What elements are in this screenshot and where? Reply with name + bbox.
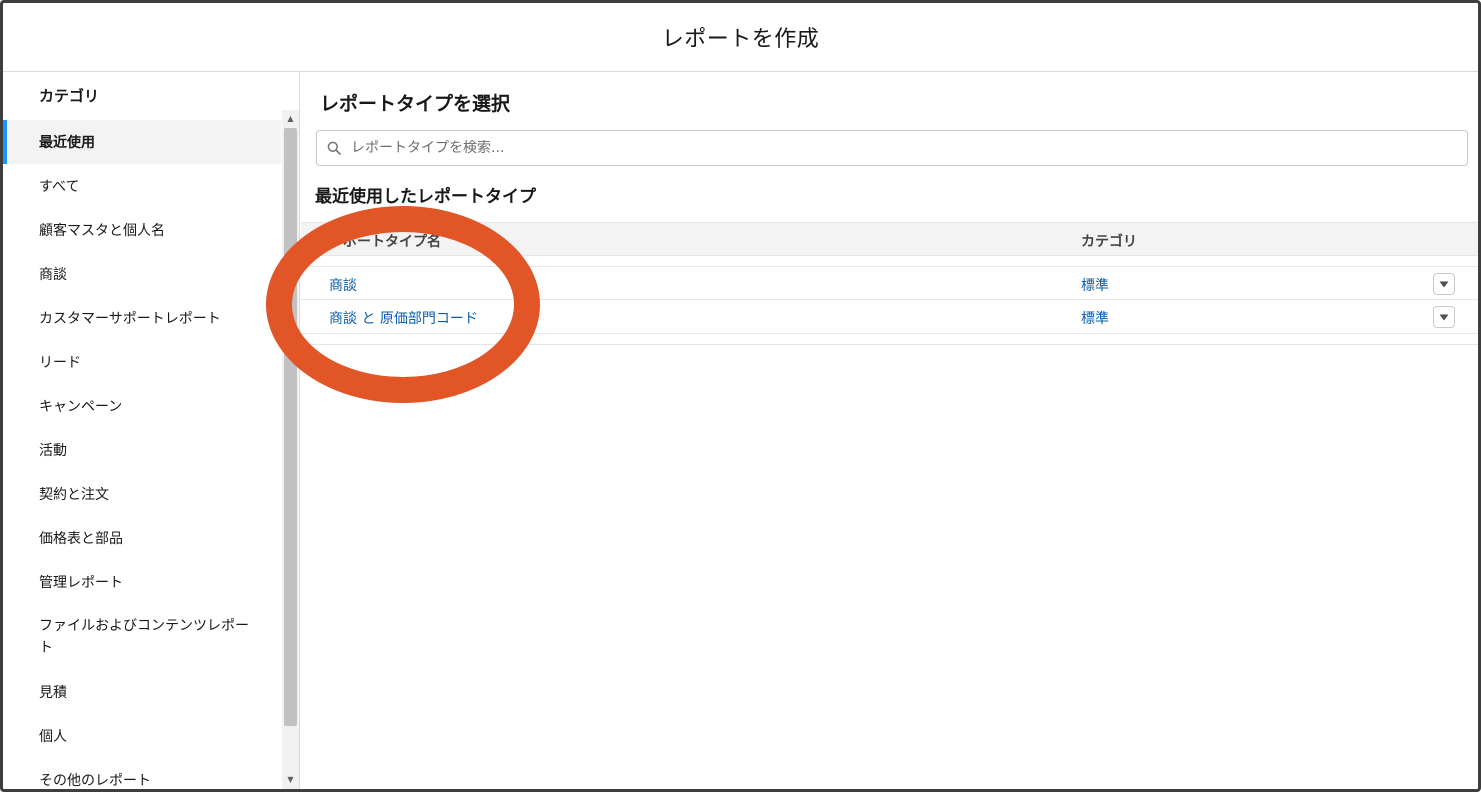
sidebar-item-opportunities[interactable]: 商談	[3, 252, 281, 296]
sidebar-item-contracts-orders[interactable]: 契約と注文	[3, 472, 281, 516]
sidebar-item-files-content[interactable]: ファイルおよびコンテンツレポート	[3, 604, 281, 670]
modal-header: レポートを作成	[3, 3, 1478, 72]
sidebar-item-quotes[interactable]: 見積	[3, 670, 281, 714]
table-row[interactable]: 商談 と 原価部門コード 標準	[301, 300, 1478, 334]
column-header-category[interactable]: カテゴリ	[1081, 231, 1137, 251]
report-type-category: 標準	[1081, 311, 1109, 327]
sidebar-item-accounts-contacts[interactable]: 顧客マスタと個人名	[3, 208, 281, 252]
sidebar-item-admin-reports[interactable]: 管理レポート	[3, 560, 281, 604]
category-list: 最近使用 すべて 顧客マスタと個人名 商談 カスタマーサポートレポート リード …	[3, 120, 281, 789]
chevron-down-icon	[1439, 314, 1449, 320]
category-sidebar: カテゴリ 最近使用 すべて 顧客マスタと個人名 商談 カスタマーサポートレポート…	[3, 72, 300, 789]
scroll-up-arrow-icon[interactable]: ▲	[282, 110, 299, 126]
search-icon	[317, 141, 351, 155]
row-actions-button[interactable]	[1433, 273, 1455, 295]
scroll-thumb[interactable]	[284, 128, 297, 726]
search-input[interactable]	[351, 140, 1451, 156]
report-type-panel: レポートタイプを選択 最近使用したレポートタイプ レポートタイプ名 カテゴリ 商…	[301, 72, 1478, 789]
section-title: 最近使用したレポートタイプ	[315, 187, 536, 207]
sidebar-item-leads[interactable]: リード	[3, 340, 281, 384]
sidebar-item-campaigns[interactable]: キャンペーン	[3, 384, 281, 428]
sidebar-item-individuals[interactable]: 個人	[3, 714, 281, 758]
table-bottom-divider	[301, 344, 1478, 345]
search-box[interactable]	[316, 130, 1468, 166]
table-header: レポートタイプ名 カテゴリ	[301, 222, 1478, 256]
panel-title: レポートタイプを選択	[320, 93, 511, 115]
column-header-report-type-name[interactable]: レポートタイプ名	[329, 231, 441, 251]
report-type-rows: 商談 標準 商談 と 原価部門コード 標準	[301, 266, 1478, 334]
sidebar-item-customer-support[interactable]: カスタマーサポートレポート	[3, 296, 281, 340]
table-row[interactable]: 商談 標準	[301, 266, 1478, 300]
report-type-link[interactable]: 商談 と 原価部門コード	[329, 308, 478, 328]
report-type-category: 標準	[1081, 278, 1109, 294]
sidebar-item-recent[interactable]: 最近使用	[3, 120, 281, 164]
create-report-modal: レポートを作成 カテゴリ 最近使用 すべて 顧客マスタと個人名 商談 カスタマー…	[0, 0, 1481, 792]
scroll-down-arrow-icon[interactable]: ▼	[282, 771, 299, 787]
report-type-link[interactable]: 商談	[329, 275, 357, 295]
row-actions-button[interactable]	[1433, 306, 1455, 328]
sidebar-item-all[interactable]: すべて	[3, 164, 281, 208]
sidebar-item-activities[interactable]: 活動	[3, 428, 281, 472]
sidebar-heading: カテゴリ	[39, 87, 100, 105]
chevron-down-icon	[1439, 281, 1449, 287]
sidebar-scrollbar[interactable]: ▲ ▼	[282, 110, 299, 789]
sidebar-item-other-reports[interactable]: その他のレポート	[3, 758, 281, 789]
sidebar-item-pricebooks-products[interactable]: 価格表と部品	[3, 516, 281, 560]
modal-title: レポートを作成	[661, 27, 820, 52]
